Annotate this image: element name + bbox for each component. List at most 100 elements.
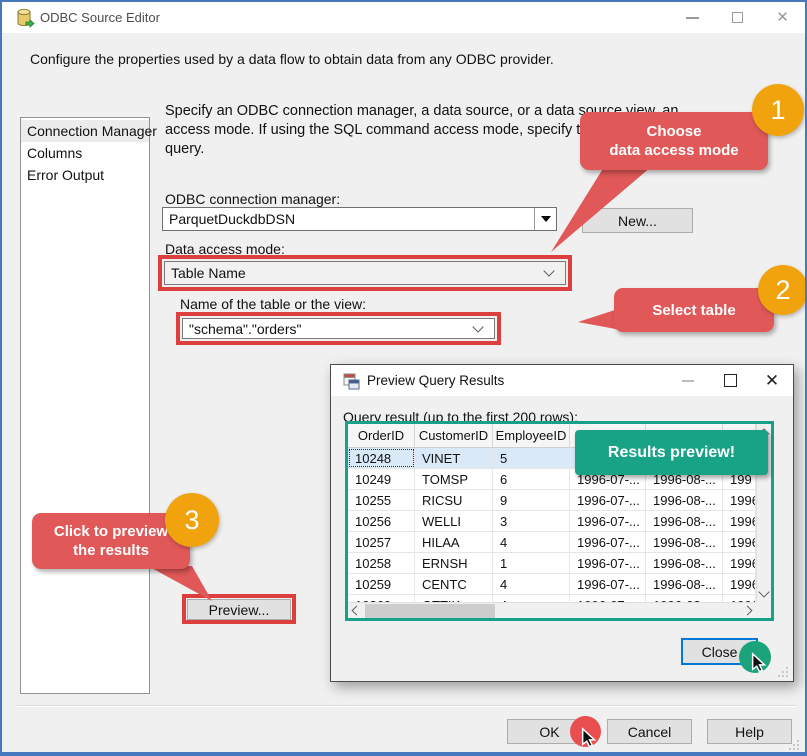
step1-callout: Choose data access mode — [580, 112, 768, 170]
table-cell[interactable]: 1996-07-... — [570, 553, 646, 573]
maximize-icon — [732, 12, 743, 23]
table-cell[interactable]: 1996 — [723, 532, 756, 552]
table-cell[interactable]: 1996 — [723, 553, 756, 573]
grid-column-header[interactable]: OrderID — [348, 424, 415, 447]
close-icon: ✕ — [765, 372, 779, 389]
table-cell[interactable]: 1996-07-... — [570, 511, 646, 531]
table-cell[interactable]: 1996-08-... — [646, 574, 723, 594]
resize-grip-icon[interactable] — [789, 740, 800, 751]
table-cell[interactable]: 1996-07- — [570, 595, 646, 602]
cancel-button[interactable]: Cancel — [607, 719, 692, 744]
table-cell[interactable]: 4 — [493, 574, 570, 594]
table-row[interactable]: 10257HILAA41996-07-...1996-08-...1996 — [348, 532, 756, 553]
step3-number-badge: 3 — [165, 493, 219, 547]
table-cell[interactable]: 1996 — [723, 574, 756, 594]
horizontal-scrollbar[interactable] — [348, 602, 756, 618]
table-cell[interactable]: 1996-08-... — [646, 553, 723, 573]
table-cell[interactable]: ERNSH — [415, 553, 493, 573]
table-cell[interactable]: 10248 — [348, 448, 415, 468]
odbc-connection-value: ParquetDuckdbDSN — [163, 211, 534, 227]
table-row[interactable]: 10256WELLI31996-07-...1996-08-...1996 — [348, 511, 756, 532]
minimize-icon — [686, 17, 699, 19]
data-access-mode-highlight — [158, 255, 572, 291]
preview-minimize-button[interactable] — [667, 365, 709, 396]
odbc-connection-label: ODBC connection manager: — [165, 191, 340, 207]
table-cell[interactable]: CENTC — [415, 574, 493, 594]
table-cell[interactable]: 10260 — [348, 595, 415, 602]
close-icon: ✕ — [776, 10, 789, 25]
step2-text: Select table — [652, 301, 735, 320]
table-cell[interactable]: 1996 — [723, 511, 756, 531]
table-cell[interactable]: 1996-08- — [646, 595, 723, 602]
table-cell[interactable]: 3 — [493, 511, 570, 531]
table-cell[interactable]: 4 — [493, 595, 570, 602]
minimize-icon — [682, 380, 694, 382]
table-cell[interactable]: 1996 — [723, 490, 756, 510]
window-title: ODBC Source Editor — [40, 10, 160, 25]
close-button[interactable]: ✕ — [760, 2, 805, 33]
scroll-right-icon — [743, 606, 753, 616]
scroll-down-icon — [758, 586, 769, 597]
dialog-description: Configure the properties used by a data … — [30, 51, 554, 67]
preview-query-results-dialog: Preview Query Results ✕ Query result (up… — [330, 364, 794, 682]
table-cell[interactable]: 1 — [493, 553, 570, 573]
table-cell[interactable]: 10257 — [348, 532, 415, 552]
table-cell[interactable]: 1996-08-... — [646, 532, 723, 552]
table-cell[interactable]: 9 — [493, 490, 570, 510]
mouse-cursor-icon — [579, 727, 601, 749]
sidebar-item-columns[interactable]: Columns — [21, 142, 149, 164]
table-cell[interactable]: 1996-08-... — [646, 511, 723, 531]
maximize-button[interactable] — [715, 2, 760, 33]
preview-close-button[interactable]: ✕ — [751, 365, 793, 396]
footer-separator — [16, 705, 795, 707]
scrollbar-thumb[interactable] — [365, 604, 495, 618]
table-cell[interactable]: 1996-07-... — [570, 574, 646, 594]
table-cell[interactable]: 10258 — [348, 553, 415, 573]
table-cell[interactable]: 1996-08-... — [646, 490, 723, 510]
mouse-cursor-icon — [749, 652, 771, 674]
table-row[interactable]: 10258ERNSH11996-07-...1996-08-...1996 — [348, 553, 756, 574]
maximize-icon — [724, 374, 737, 387]
table-cell[interactable]: OTTIK — [415, 595, 493, 602]
table-cell[interactable]: HILAA — [415, 532, 493, 552]
table-cell[interactable]: 10259 — [348, 574, 415, 594]
odbc-connection-combobox[interactable]: ParquetDuckdbDSN — [162, 207, 557, 231]
grid-column-header[interactable]: EmployeeID — [493, 424, 570, 447]
odbc-source-icon — [15, 8, 35, 28]
table-cell[interactable]: WELLI — [415, 511, 493, 531]
table-name-highlight — [176, 312, 501, 345]
table-cell[interactable]: 1996-07-... — [570, 532, 646, 552]
table-row[interactable]: 10255RICSU91996-07-...1996-08-...1996 — [348, 490, 756, 511]
pages-list: Connection Manager Columns Error Output — [20, 117, 150, 694]
table-row[interactable]: 10260OTTIK41996-07-1996-08-1996 — [348, 595, 756, 602]
help-button[interactable]: Help — [707, 719, 792, 744]
table-cell[interactable]: 10255 — [348, 490, 415, 510]
step1-number-badge: 1 — [752, 84, 804, 136]
resize-grip-icon[interactable] — [778, 667, 789, 678]
table-cell[interactable]: 6 — [493, 469, 570, 489]
table-cell[interactable]: 1996 — [723, 595, 756, 602]
scroll-left-icon — [352, 606, 362, 616]
minimize-button[interactable] — [670, 2, 715, 33]
preview-dialog-title: Preview Query Results — [367, 373, 504, 388]
step3-text-line2: the results — [73, 541, 149, 560]
table-cell[interactable]: 1996-07-... — [570, 490, 646, 510]
table-cell[interactable]: 10249 — [348, 469, 415, 489]
table-row[interactable]: 10259CENTC41996-07-...1996-08-...1996 — [348, 574, 756, 595]
sidebar-item-connection-manager[interactable]: Connection Manager — [21, 120, 149, 142]
table-cell[interactable]: 10256 — [348, 511, 415, 531]
grid-column-header[interactable]: CustomerID — [415, 424, 493, 447]
scrollbar-corner — [756, 602, 771, 618]
step3-text-line1: Click to preview — [54, 522, 168, 541]
preview-maximize-button[interactable] — [709, 365, 751, 396]
step2-number-badge: 2 — [758, 265, 807, 315]
table-cell[interactable]: 4 — [493, 532, 570, 552]
table-cell[interactable]: VINET — [415, 448, 493, 468]
table-cell[interactable]: RICSU — [415, 490, 493, 510]
step3-callout-tail — [144, 565, 216, 605]
table-cell[interactable]: 5 — [493, 448, 570, 468]
title-bar: ODBC Source Editor ✕ — [2, 2, 805, 33]
step2-callout: Select table — [614, 288, 774, 332]
table-cell[interactable]: TOMSP — [415, 469, 493, 489]
sidebar-item-error-output[interactable]: Error Output — [21, 164, 149, 186]
